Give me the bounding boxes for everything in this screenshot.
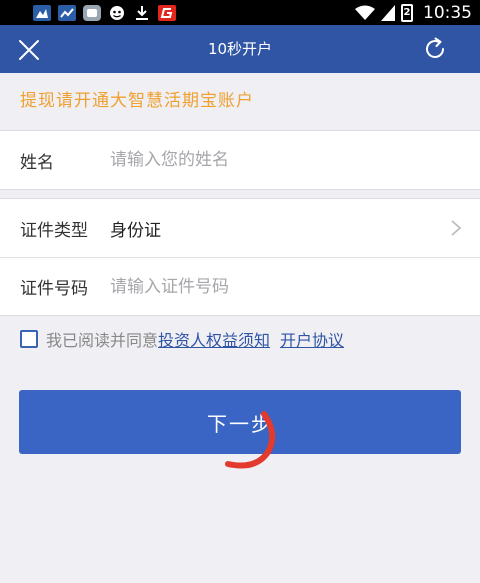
next-button[interactable]: 下一步 xyxy=(19,390,461,454)
chevron-right-icon xyxy=(451,220,462,236)
app-notification-icon xyxy=(33,4,51,21)
close-icon[interactable] xyxy=(16,37,42,63)
id-number-label: 证件号码 xyxy=(20,279,88,299)
status-bar: 2 10:35 xyxy=(0,0,480,25)
name-input[interactable] xyxy=(110,140,480,180)
agreement-row: 我已阅读并同意 投资人权益须知 开户协议 xyxy=(20,328,344,350)
id-type-label: 证件类型 xyxy=(20,220,88,241)
wifi-icon xyxy=(355,5,375,20)
name-label: 姓名 xyxy=(20,152,54,173)
refresh-icon[interactable] xyxy=(422,36,448,62)
message-notification-icon xyxy=(83,4,101,21)
investor-rights-link[interactable]: 投资人权益须知 xyxy=(158,327,270,351)
nav-bar: 10秒开户 xyxy=(0,25,480,73)
chart-notification-icon xyxy=(58,4,76,21)
id-type-row[interactable]: 证件类型 身份证 xyxy=(0,199,480,257)
page-title: 10秒开户 xyxy=(207,40,273,58)
clock: 10:35 xyxy=(423,2,472,23)
id-number-row: 证件号码 xyxy=(0,257,480,315)
game-notification-icon xyxy=(158,4,176,21)
system-status: 2 10:35 xyxy=(355,3,480,23)
account-agreement-link[interactable]: 开户协议 xyxy=(280,327,344,351)
signal-icon xyxy=(381,4,395,21)
notice-text: 提现请开通大智慧活期宝账户 xyxy=(0,73,480,130)
id-type-value: 身份证 xyxy=(110,220,161,241)
id-number-input[interactable] xyxy=(110,266,480,307)
id-group: 证件类型 身份证 证件号码 xyxy=(0,198,480,316)
name-row: 姓名 xyxy=(0,131,480,189)
agreement-checkbox[interactable] xyxy=(20,330,38,348)
battery-icon: 2 xyxy=(401,3,413,22)
download-icon xyxy=(133,5,151,21)
notification-icons xyxy=(0,4,176,21)
face-notification-icon xyxy=(108,5,126,21)
agreement-text: 我已阅读并同意 xyxy=(46,331,159,350)
name-group: 姓名 xyxy=(0,130,480,190)
